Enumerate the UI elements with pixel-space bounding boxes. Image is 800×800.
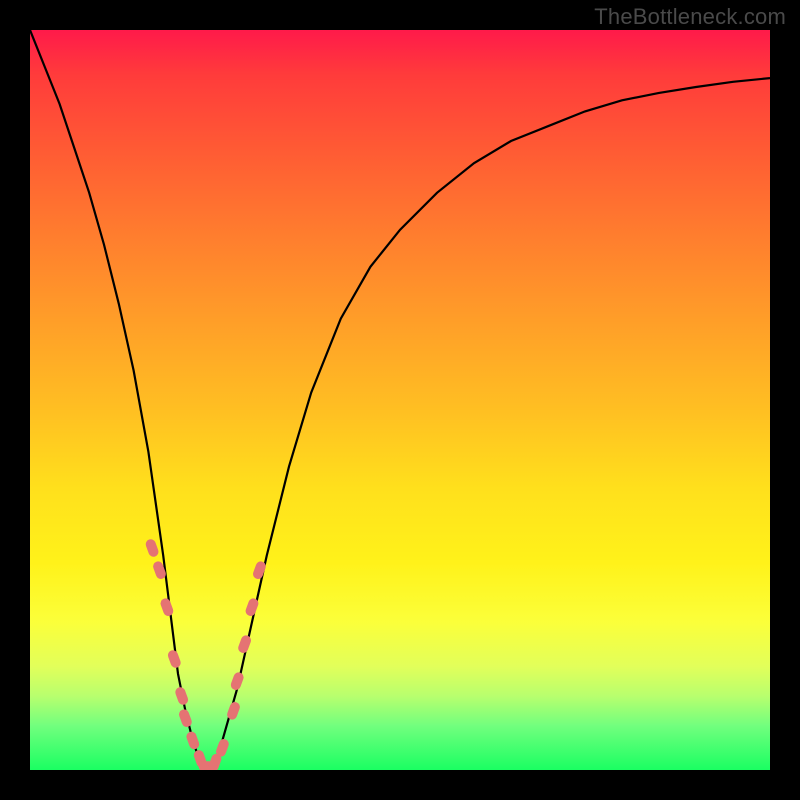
marker-group bbox=[144, 538, 267, 770]
plot-area bbox=[30, 30, 770, 770]
curve-marker bbox=[237, 634, 253, 654]
chart-frame: TheBottleneck.com bbox=[0, 0, 800, 800]
bottleneck-curve bbox=[30, 30, 770, 770]
curve-marker bbox=[178, 708, 194, 728]
curve-marker bbox=[167, 649, 183, 669]
curve-marker bbox=[159, 597, 175, 617]
watermark-text: TheBottleneck.com bbox=[594, 4, 786, 30]
curve-marker bbox=[229, 671, 245, 691]
curve-marker bbox=[185, 730, 201, 750]
curve-marker bbox=[174, 686, 190, 706]
curve-svg bbox=[30, 30, 770, 770]
curve-marker bbox=[144, 538, 160, 558]
